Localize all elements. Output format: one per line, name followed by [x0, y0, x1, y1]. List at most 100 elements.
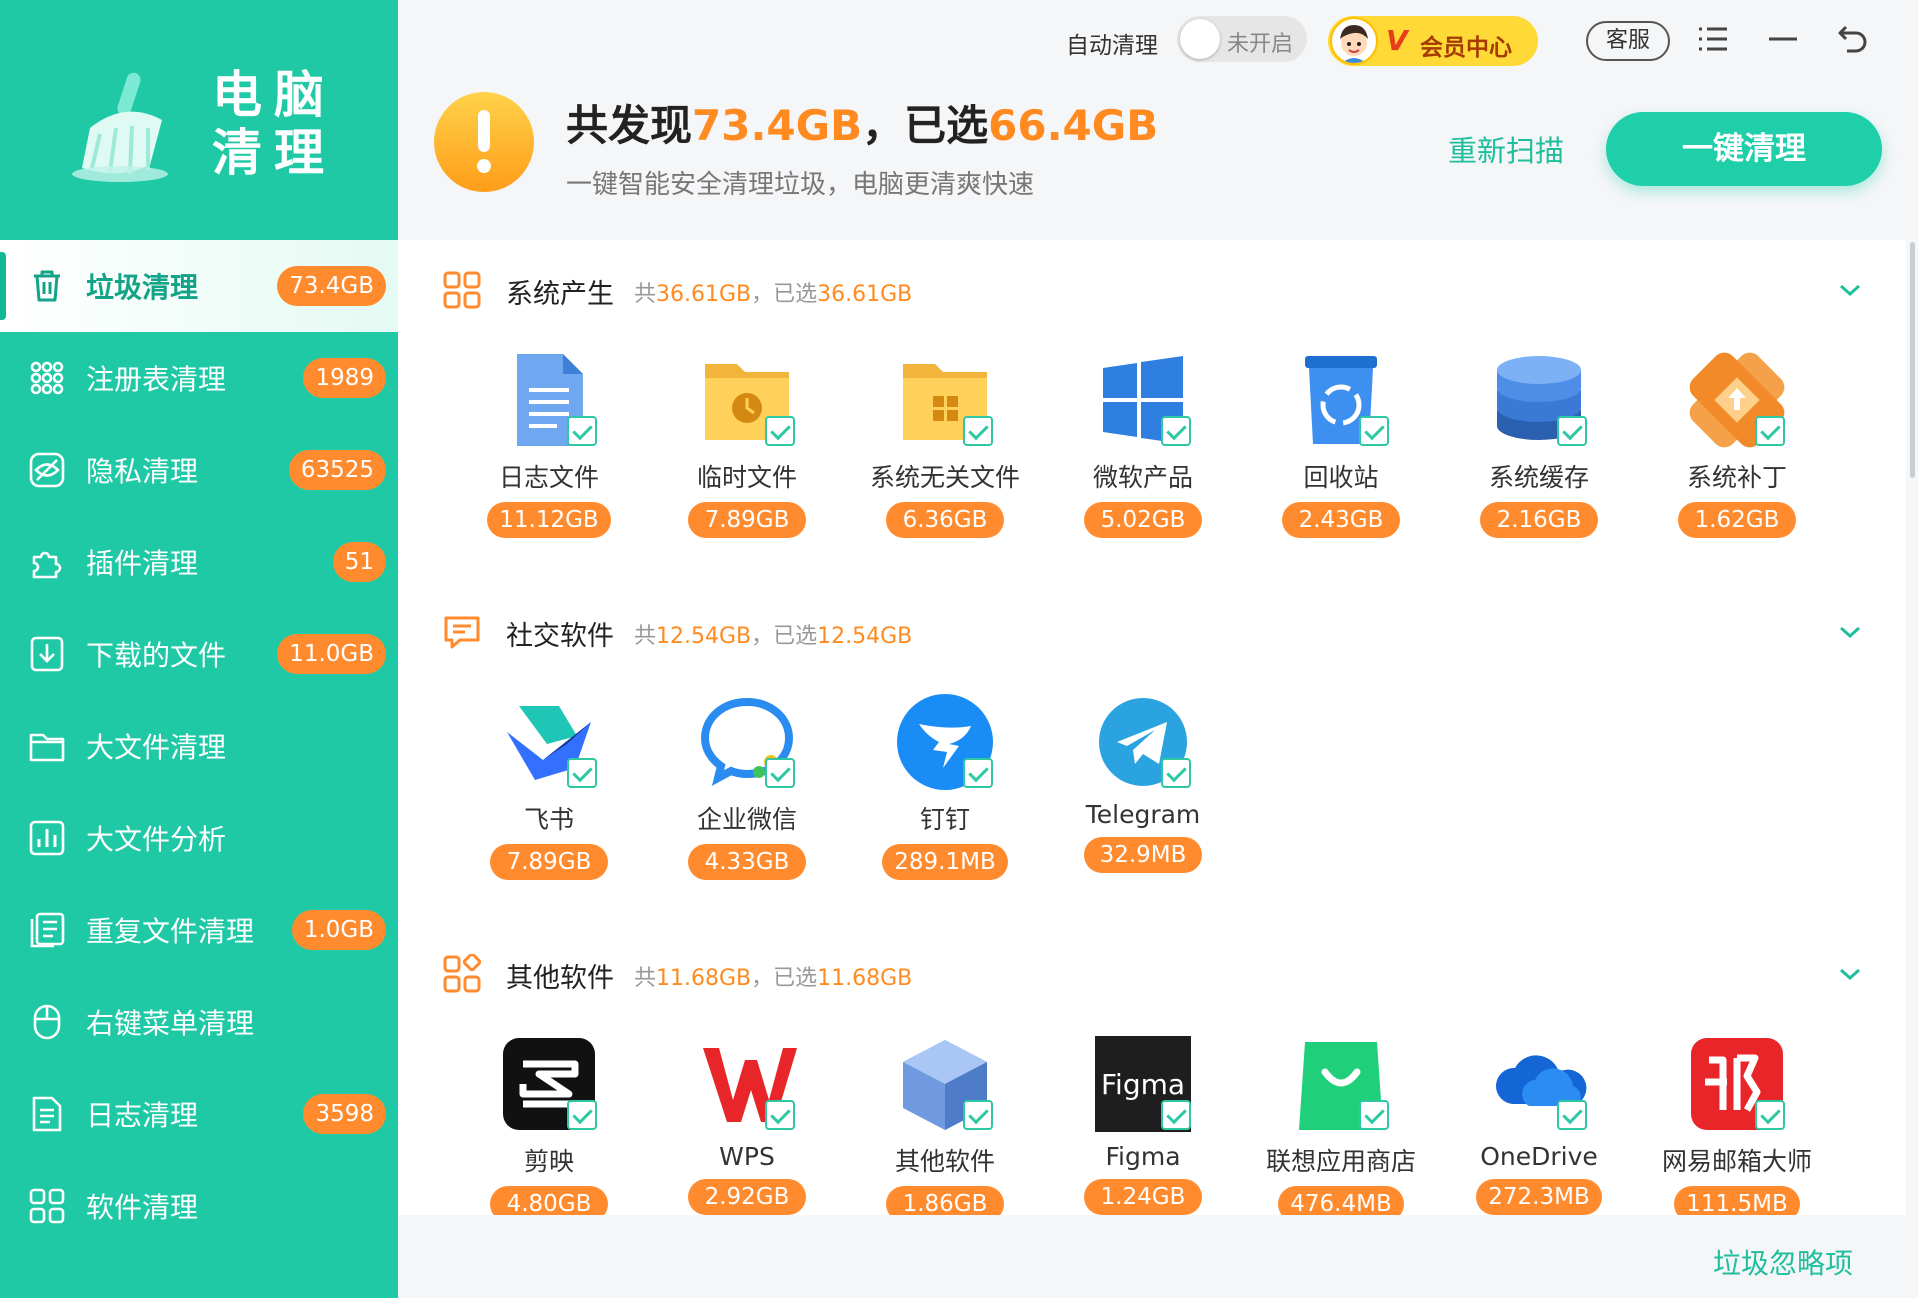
grid-dots-icon	[30, 361, 64, 395]
item-name: 其他软件	[894, 1147, 995, 1176]
vip-v-icon: V	[1386, 24, 1408, 57]
item-name: 钉钉	[919, 805, 970, 834]
checkbox[interactable]	[1755, 1100, 1785, 1130]
section-header[interactable]: 其他软件 共11.68GB，已选11.68GB	[442, 954, 1862, 994]
junk-item[interactable]: WPS 2.92GB	[648, 1034, 846, 1215]
junk-item[interactable]: 剪映 4.80GB	[450, 1034, 648, 1215]
toggle-state-text: 未开启	[1227, 32, 1294, 57]
sidebar-item-plugin-clean[interactable]: 插件清理 51	[0, 516, 398, 608]
rescan-link[interactable]: 重新扫描	[1448, 128, 1564, 170]
minimize-icon[interactable]	[1766, 22, 1800, 56]
item-name: 联想应用商店	[1265, 1147, 1416, 1176]
junk-item[interactable]: 其他软件 1.86GB	[846, 1034, 1044, 1215]
section-total: 36.61GB	[656, 282, 752, 307]
checkbox[interactable]	[765, 1100, 795, 1130]
auto-clean-label: 自动清理	[1066, 33, 1158, 59]
menu-list-icon[interactable]	[1696, 22, 1730, 56]
scan-summary: 共发现73.4GB，已选66.4GB 一键智能安全清理垃圾，电脑更清爽快速 重新…	[398, 80, 1918, 240]
item-name: 回收站	[1303, 463, 1379, 492]
section-title: 其他软件	[506, 963, 614, 994]
section-selected: 12.54GB	[817, 624, 913, 649]
sidebar-item-privacy-clean[interactable]: 隐私清理 63525	[0, 424, 398, 516]
junk-item[interactable]: Figma Figma 1.24GB	[1044, 1034, 1242, 1215]
junk-item[interactable]: 系统缓存 2.16GB	[1440, 350, 1638, 538]
back-icon[interactable]	[1836, 22, 1870, 56]
checkbox[interactable]	[1161, 416, 1191, 446]
checkbox[interactable]	[567, 758, 597, 788]
section-selected: 11.68GB	[817, 966, 913, 991]
junk-item[interactable]: 企业微信 4.33GB	[648, 692, 846, 880]
junk-item[interactable]: 飞书 7.89GB	[450, 692, 648, 880]
junk-item[interactable]: 临时文件 7.89GB	[648, 350, 846, 538]
junk-item[interactable]: 回收站 2.43GB	[1242, 350, 1440, 538]
sidebar-item-log-clean[interactable]: 日志清理 3598	[0, 1068, 398, 1160]
checkbox[interactable]	[1557, 1100, 1587, 1130]
trash-icon	[34, 270, 60, 302]
one-click-clean-button[interactable]: 一键清理	[1606, 112, 1882, 186]
junk-item[interactable]: 系统无关文件 6.36GB	[846, 350, 1044, 538]
selected-prefix: ，已选	[751, 282, 818, 307]
section-title: 系统产生	[506, 279, 614, 310]
sidebar-item-duplicate-clean[interactable]: 重复文件清理 1.0GB	[0, 884, 398, 976]
total-prefix: 共	[634, 282, 657, 307]
found-prefix: 共发现	[566, 101, 693, 150]
checkbox[interactable]	[963, 416, 993, 446]
chevron-down-icon[interactable]	[1838, 622, 1862, 642]
sidebar-item-label: 软件清理	[86, 1191, 199, 1224]
section-other-software: 其他软件 共11.68GB，已选11.68GB 剪映 4.80GB WPS 2.…	[398, 924, 1906, 1215]
sidebar-item-software-clean[interactable]: 软件清理	[0, 1160, 398, 1252]
junk-item[interactable]: Telegram 32.9MB	[1044, 692, 1242, 873]
total-prefix: 共	[634, 624, 657, 649]
sidebar-item-downloads[interactable]: 下载的文件 11.0GB	[0, 608, 398, 700]
content-scrollbar[interactable]	[1910, 242, 1915, 478]
sidebar-item-badge: 73.4GB	[277, 266, 386, 306]
item-size: 2.16GB	[1480, 502, 1598, 538]
checkbox[interactable]	[1557, 416, 1587, 446]
checkbox[interactable]	[963, 758, 993, 788]
item-size: 6.36GB	[886, 502, 1004, 538]
customer-service-button[interactable]: 客服	[1586, 21, 1670, 61]
checkbox[interactable]	[1161, 1100, 1191, 1130]
checkbox[interactable]	[963, 1100, 993, 1130]
checkbox[interactable]	[567, 1100, 597, 1130]
sidebar-item-registry-clean[interactable]: 注册表清理 1989	[0, 332, 398, 424]
sidebar-item-large-file-clean[interactable]: 大文件清理	[0, 700, 398, 792]
checkbox[interactable]	[1161, 758, 1191, 788]
item-name: 企业微信	[696, 805, 797, 834]
section-header[interactable]: 系统产生 共36.61GB，已选36.61GB	[442, 270, 1862, 310]
chevron-down-icon[interactable]	[1838, 964, 1862, 984]
section-header[interactable]: 社交软件 共12.54GB，已选12.54GB	[442, 612, 1862, 652]
chevron-down-icon[interactable]	[1838, 280, 1862, 300]
checkbox[interactable]	[1359, 1100, 1389, 1130]
junk-item[interactable]: OneDrive 272.3MB	[1440, 1034, 1638, 1215]
item-name: 微软产品	[1092, 463, 1193, 492]
auto-clean-toggle[interactable]: 未开启	[1177, 16, 1307, 62]
item-size: 289.1MB	[882, 844, 1008, 880]
vip-center-button[interactable]: V 会员中心	[1328, 16, 1538, 66]
checkbox[interactable]	[1359, 416, 1389, 446]
junk-item[interactable]: 钉钉 289.1MB	[846, 692, 1044, 880]
sidebar-item-context-menu-clean[interactable]: 右键菜单清理	[0, 976, 398, 1068]
section-social: 社交软件 共12.54GB，已选12.54GB 飞书 7.89GB 企业微信 4…	[398, 582, 1906, 912]
junk-ignore-link[interactable]: 垃圾忽略项	[1713, 1242, 1853, 1282]
checkbox[interactable]	[567, 416, 597, 446]
checkbox[interactable]	[765, 758, 795, 788]
junk-item[interactable]: 联想应用商店 476.4MB	[1242, 1034, 1440, 1215]
scan-subtitle: 一键智能安全清理垃圾，电脑更清爽快速	[566, 170, 1035, 200]
item-size: 5.02GB	[1084, 502, 1202, 538]
privacy-eye-icon	[29, 452, 65, 488]
junk-item[interactable]: 微软产品 5.02GB	[1044, 350, 1242, 538]
junk-item[interactable]: 网易邮箱大师 111.5MB	[1638, 1034, 1836, 1215]
chat-icon	[444, 616, 480, 649]
item-name: 日志文件	[498, 463, 599, 492]
item-size: 1.62GB	[1678, 502, 1796, 538]
app-title-line1: 电脑	[212, 66, 336, 124]
sidebar-item-junk-clean[interactable]: 垃圾清理 73.4GB	[0, 240, 398, 332]
junk-item[interactable]: 系统补丁 1.62GB	[1638, 350, 1836, 538]
app-logo: 电脑 清理	[0, 0, 398, 240]
junk-item[interactable]: 日志文件 11.12GB	[450, 350, 648, 538]
checkbox[interactable]	[1755, 416, 1785, 446]
sidebar-item-large-file-analysis[interactable]: 大文件分析	[0, 792, 398, 884]
checkbox[interactable]	[765, 416, 795, 446]
selected-prefix: ，已选	[862, 101, 989, 150]
